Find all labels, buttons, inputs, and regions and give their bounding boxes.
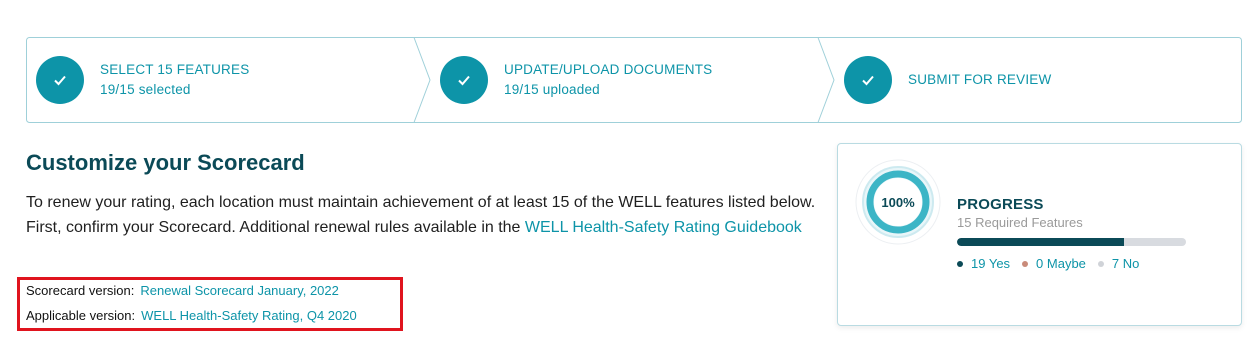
legend-label: 7 No (1111, 256, 1140, 271)
progress-stepper: SELECT 15 FEATURES 19/15 selected UPDATE… (26, 37, 1242, 123)
progress-bar (957, 238, 1186, 246)
step-title: UPDATE/UPLOAD DOCUMENTS (504, 62, 713, 77)
progress-card: 100% PROGRESS 15 Required Features 19 Ye… (837, 143, 1242, 326)
progress-subtitle: 15 Required Features (957, 215, 1083, 230)
step-submit-review[interactable]: SUBMIT FOR REVIEW (844, 37, 1051, 123)
scorecard-version-label: Scorecard version: (26, 283, 135, 298)
step-subtitle: 19/15 selected (100, 82, 191, 97)
progress-ring: 100% (855, 159, 941, 245)
step-upload-documents[interactable]: UPDATE/UPLOAD DOCUMENTS 19/15 uploaded (440, 37, 712, 123)
applicable-version-value[interactable]: WELL Health-Safety Rating, Q4 2020 (141, 308, 357, 323)
progress-bar-fill (957, 238, 1125, 246)
maybe-dot-icon (1022, 260, 1029, 267)
no-dot-icon (1097, 260, 1104, 267)
legend-label: 0 Maybe (1036, 256, 1086, 271)
progress-title: PROGRESS (957, 196, 1044, 213)
step-text: SUBMIT FOR REVIEW (908, 70, 1051, 90)
step-subtitle: 19/15 uploaded (504, 82, 600, 97)
step-text: SELECT 15 FEATURES 19/15 selected (100, 60, 249, 100)
checkmark-icon (844, 56, 892, 104)
yes-dot-icon (957, 260, 963, 267)
legend-item-yes: 19 Yes (957, 256, 1010, 271)
legend-label: 19 Yes (971, 256, 1011, 271)
checkmark-icon (440, 56, 488, 104)
progress-legend: 19 Yes 0 Maybe 7 No (957, 256, 1151, 271)
legend-item-maybe: 0 Maybe (1022, 256, 1086, 271)
step-title: SUBMIT FOR REVIEW (908, 72, 1052, 87)
scorecard-version-row: Scorecard version: Renewal Scorecard Janu… (26, 283, 339, 298)
step-text: UPDATE/UPLOAD DOCUMENTS 19/15 uploaded (504, 60, 712, 100)
legend-item-no: 7 No (1097, 256, 1140, 271)
intro-paragraph: To renew your rating, each location must… (26, 190, 816, 240)
applicable-version-label: Applicable version: (26, 308, 136, 323)
checkmark-icon (36, 56, 84, 104)
progress-percent-label: 100% (881, 195, 915, 210)
page-title: Customize your Scorecard (26, 150, 305, 175)
scorecard-version-value[interactable]: Renewal Scorecard January, 2022 (140, 283, 339, 298)
guidebook-link[interactable]: WELL Health-Safety Rating Guidebook (525, 219, 802, 236)
step-select-features[interactable]: SELECT 15 FEATURES 19/15 selected (36, 37, 249, 123)
step-title: SELECT 15 FEATURES (100, 62, 250, 77)
applicable-version-row: Applicable version: WELL Health-Safety Ra… (26, 308, 357, 323)
